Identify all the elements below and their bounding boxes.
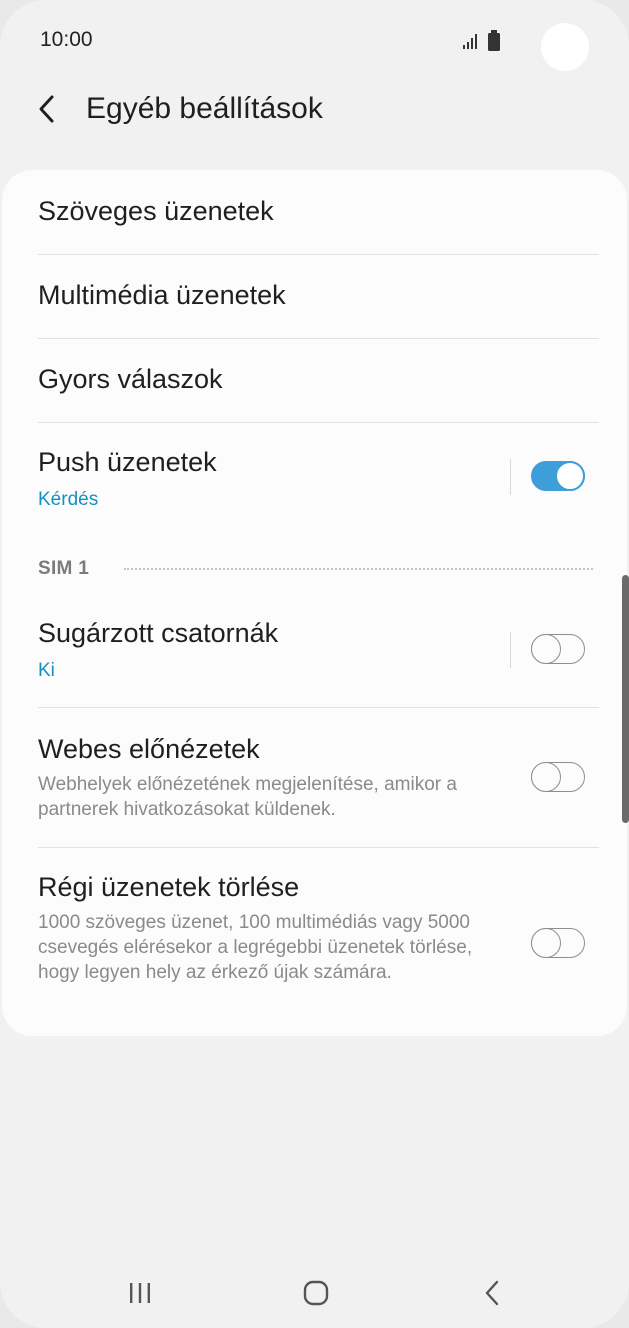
settings-card: Szöveges üzenetek Multimédia üzenetek Gy… [2, 170, 627, 1036]
push-toggle[interactable] [531, 461, 587, 493]
settings-item-delete-old-messages[interactable]: Régi üzenetek törlése 1000 szöveges üzen… [2, 848, 627, 1036]
navigation-bar [0, 1256, 629, 1328]
page-title: Egyéb beállítások [86, 92, 323, 125]
broadcast-title: Sugárzott csatornák [38, 618, 279, 648]
delete-old-toggle[interactable] [531, 928, 587, 960]
chevron-left-icon [39, 95, 54, 123]
settings-item-quick-responses[interactable]: Gyors válaszok [2, 339, 627, 422]
nav-back-button[interactable] [462, 1270, 522, 1316]
scrollbar-thumb[interactable] [622, 575, 629, 823]
settings-item-multimedia-messages[interactable]: Multimédia üzenetek [2, 255, 627, 338]
web-preview-toggle[interactable] [531, 762, 587, 794]
nav-recents-button[interactable] [110, 1270, 170, 1316]
push-subtitle: Kérdés [38, 489, 99, 510]
back-button[interactable] [24, 86, 70, 132]
app-bar: Egyéb beállítások [0, 80, 629, 160]
toggle-knob [531, 762, 561, 792]
toggle-knob [555, 461, 585, 491]
settings-item-push-messages[interactable]: Push üzenetek Kérdés [2, 423, 627, 533]
settings-item-label: Szöveges üzenetek [38, 196, 274, 226]
web-preview-title: Webes előnézetek [38, 734, 260, 764]
web-preview-description: Webhelyek előnézetének megjelenítése, am… [38, 774, 457, 820]
phone-screen: 10:00 Egyéb beállítások Szöveges üzenete… [0, 0, 629, 1328]
home-icon [303, 1280, 329, 1306]
broadcast-toggle[interactable] [531, 634, 587, 666]
status-bar: 10:00 [0, 0, 629, 80]
delete-old-description: 1000 szöveges üzenet, 100 multimédiás va… [38, 912, 473, 983]
push-title: Push üzenetek [38, 447, 217, 477]
settings-item-broadcast-channels[interactable]: Sugárzott csatornák Ki [2, 594, 627, 706]
toggle-knob [531, 634, 561, 664]
nav-home-button[interactable] [286, 1270, 346, 1316]
section-divider [124, 568, 593, 570]
broadcast-subtitle: Ki [38, 660, 55, 681]
toggle-knob [531, 928, 561, 958]
delete-old-title: Régi üzenetek törlése [38, 872, 300, 902]
section-header-sim: SIM 1 [38, 558, 90, 579]
settings-item-web-previews[interactable]: Webes előnézetek Webhelyek előnézetének … [2, 708, 627, 846]
settings-item-label: Gyors válaszok [38, 364, 223, 394]
camera-cutout [541, 23, 589, 71]
vertical-separator [510, 632, 511, 668]
settings-item-label: Multimédia üzenetek [38, 280, 286, 310]
recents-icon [130, 1283, 150, 1303]
battery-icon [488, 30, 500, 51]
status-time: 10:00 [40, 28, 93, 51]
vertical-separator [510, 459, 511, 495]
settings-item-text-messages[interactable]: Szöveges üzenetek [2, 170, 627, 254]
back-icon [485, 1280, 499, 1306]
